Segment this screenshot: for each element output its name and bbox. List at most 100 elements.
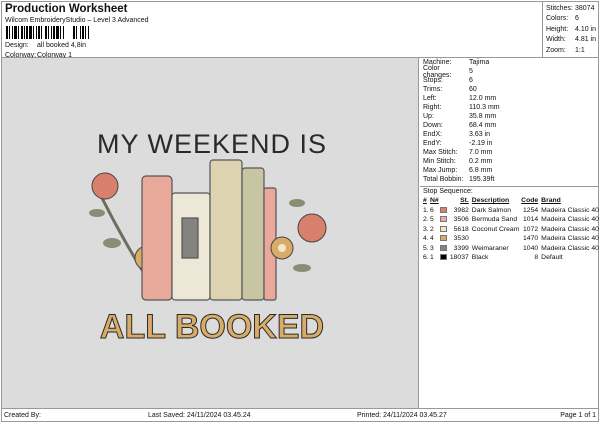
detail-value: 195.39ft: [469, 176, 495, 183]
detail-label: Max Jump:: [423, 167, 458, 174]
detail-value: 110.3 mm: [469, 104, 500, 111]
stop-row: 3. 2 5618 Coconut Cream 1072 Madeira Classic …: [423, 225, 599, 235]
flowers-right: [270, 199, 327, 272]
color-swatch: [440, 215, 450, 225]
stop-row: 5. 3 3399 Weimaraner 1040 Madeira Classic 40: [423, 244, 599, 254]
thread-brand: Madeira Classic 40: [541, 235, 599, 243]
design-line-2: ALL BOOKED: [100, 308, 324, 346]
detail-label: Total Bobbin:: [423, 176, 464, 183]
thread-brand: Madeira Classic 40: [541, 206, 599, 214]
column-header: [440, 196, 450, 206]
thread-brand: Madeira Classic 40: [541, 244, 599, 252]
detail-label: Right:: [423, 104, 442, 111]
stat-row: Width: 4.81 in: [546, 35, 596, 46]
needle-number: 5: [430, 216, 434, 224]
detail-label: EndX:: [423, 131, 443, 138]
stitch-count: 3506: [453, 216, 469, 224]
detail-value: 7.0 mm: [469, 149, 493, 156]
books: [141, 159, 277, 301]
thread-description: Black: [471, 254, 489, 262]
needle-number: 4: [430, 235, 434, 243]
detail-value: 6.8 mm: [469, 167, 493, 174]
stitch-count: 5618: [453, 225, 469, 233]
detail-row: EndX: 3.63 in: [420, 130, 599, 139]
stat-label: Width:: [546, 36, 566, 44]
stat-label: Stitches:: [546, 4, 573, 12]
details-panel: Machine: Tajima Color changes: 5 Stops: 6 Trim…: [420, 58, 599, 263]
design-line-1: MY WEEKEND IS: [97, 129, 327, 159]
printed-date: Printed: 24/11/2024 03.45.27: [357, 412, 447, 419]
color-swatch: [440, 244, 450, 254]
detail-row: Max Stitch: 7.0 mm: [420, 148, 599, 157]
detail-row: Color changes: 5: [420, 65, 599, 79]
design-label: Design:: [5, 42, 29, 49]
detail-label: Down:: [423, 122, 443, 129]
column-header: Brand: [541, 197, 561, 205]
stat-row: Zoom: 1:1: [546, 45, 596, 56]
stitch-count: 3399: [453, 244, 469, 252]
thread-description: [469, 234, 520, 244]
stat-value: 4.81 in: [574, 36, 597, 44]
detail-value: Tajima: [469, 59, 490, 66]
detail-label: Trims:: [423, 86, 443, 93]
thread-description: Bermuda Sand: [471, 216, 518, 224]
thread-code: 1040: [523, 244, 539, 252]
thread-code: 1254: [523, 206, 539, 214]
thread-description: Coconut Cream: [471, 225, 520, 233]
stitch-count: 3982: [453, 206, 469, 214]
detail-label: Max Stitch:: [423, 149, 458, 156]
stop-sequence-title: Stop Sequence:: [420, 186, 599, 196]
detail-row: Max Jump: 6.8 mm: [420, 166, 599, 175]
stop-row: 4. 4 3530 1470 Madeira Classic 40: [423, 234, 599, 244]
detail-row: Right: 110.3 mm: [420, 103, 599, 112]
detail-label: Stops:: [423, 77, 443, 84]
color-swatch: [440, 253, 450, 263]
stat-value: 1:1: [575, 46, 585, 54]
stop-number: 4.: [423, 235, 429, 243]
detail-label: Left:: [423, 95, 437, 102]
header: Production Worksheet Wilcom EmbroiderySt…: [1, 1, 572, 59]
needle-number: 2: [430, 225, 434, 233]
detail-label: EndY:: [423, 140, 442, 147]
stop-row: 6. 1 18037 Black 8 Default: [423, 253, 599, 263]
detail-label: Min Stitch:: [423, 158, 456, 165]
color-swatch: [440, 206, 450, 216]
stitch-count: 3530: [453, 235, 469, 243]
column-header: #: [423, 197, 427, 205]
detail-value: 35.8 mm: [469, 113, 497, 120]
page-number: Page 1 of 1: [560, 412, 596, 419]
thread-code: 1470: [523, 235, 539, 243]
barcode: [6, 26, 90, 39]
detail-value: 6: [469, 77, 473, 84]
stat-value: 6: [575, 15, 579, 23]
thread-code: 1014: [523, 216, 539, 224]
detail-row: Trims: 60: [420, 85, 599, 94]
design-preview: MY WEEKEND IS ALL BOOKED: [2, 58, 419, 408]
stat-row: Height: 4.10 in: [546, 24, 596, 35]
color-swatch: [440, 234, 450, 244]
stat-value: 38074: [575, 4, 595, 12]
detail-row: Total Bobbin: 195.39ft: [420, 175, 599, 184]
thread-brand: Madeira Classic 40: [541, 225, 599, 233]
stat-row: Colors: 6: [546, 14, 596, 25]
detail-value: -2.19 in: [469, 140, 493, 147]
column-header: St.: [460, 197, 469, 205]
needle-number: 6: [430, 206, 434, 214]
stop-number: 3.: [423, 225, 429, 233]
thread-code: 1072: [523, 225, 539, 233]
detail-value: 3.63 in: [469, 131, 491, 138]
detail-row: Min Stitch: 0.2 mm: [420, 157, 599, 166]
column-header: N#: [430, 197, 439, 205]
stat-label: Height:: [546, 25, 569, 33]
thread-code: 8: [534, 254, 539, 262]
detail-row: Left: 12.0 mm: [420, 94, 599, 103]
detail-value: 68.4 mm: [469, 122, 497, 129]
thread-brand: Default: [541, 254, 563, 262]
software-name: Wilcom EmbroideryStudio – Level 3 Advanc…: [5, 17, 149, 24]
stop-sequence-table: # N# St. Description Code Brand 1. 6 3982 Dark S…: [423, 196, 599, 263]
detail-row: Stops: 6: [420, 76, 599, 85]
stop-number: 6.: [423, 254, 429, 262]
page-title: Production Worksheet: [5, 3, 128, 15]
detail-value: 0.2 mm: [469, 158, 493, 165]
stop-number: 5.: [423, 244, 429, 252]
